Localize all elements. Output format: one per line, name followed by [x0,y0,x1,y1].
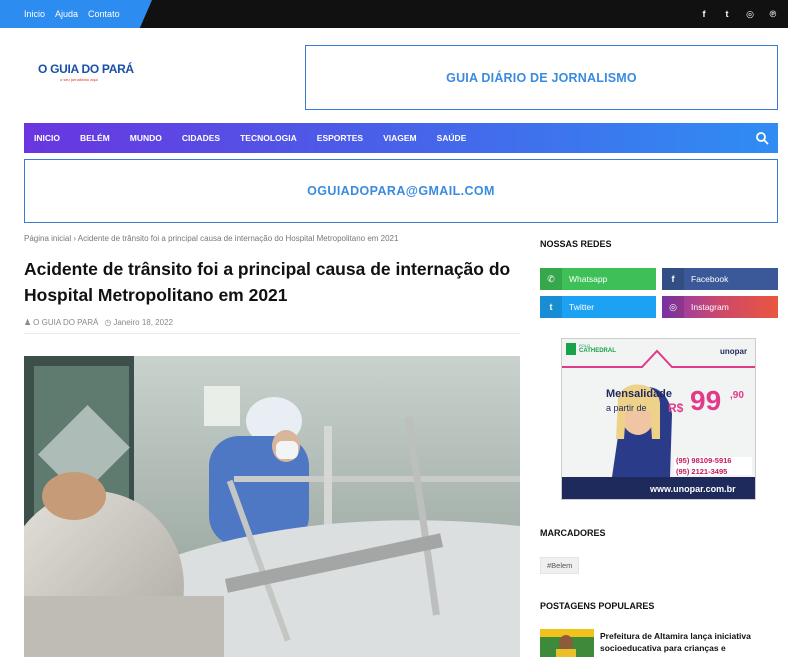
article-date: Janeiro 18, 2022 [113,318,173,327]
twitter-label: Twitter [569,302,595,312]
top-links: Inicio Ajuda Contato [24,0,120,28]
top-link-inicio[interactable]: Inicio [24,9,45,19]
article-author[interactable]: O GUIA DO PARÁ [33,318,98,327]
top-link-contato[interactable]: Contato [88,9,120,19]
twitter-icon: t [540,296,562,318]
main-nav: INICIO BELÉM MUNDO CIDADES TECNOLOGIA ES… [24,123,778,153]
clock-icon: ◷ [104,318,112,327]
facebook-label: Facebook [691,274,729,284]
facebook-button[interactable]: f Facebook [662,268,778,290]
facebook-icon: f [662,268,684,290]
instagram-button[interactable]: ◎ Instagram [662,296,778,318]
twitter-icon[interactable]: t [722,9,732,19]
site-logo[interactable]: O GUIA DO PARÁ o seu jornalismo aqui [38,62,134,82]
email-banner[interactable]: OGUIADOPARA@GMAIL.COM [24,159,778,223]
ad-partner: CATHEDRAL [579,348,616,354]
nav-item-tecnologia[interactable]: TECNOLOGIA [240,133,297,143]
top-link-ajuda[interactable]: Ajuda [55,9,78,19]
popular-post-title[interactable]: Prefeitura de Altamira lança iniciativa … [600,630,778,654]
nav-item-belem[interactable]: BELÉM [80,133,110,143]
search-icon[interactable] [755,131,769,145]
article-meta: ♟ O GUIA DO PARÁ ◷ Janeiro 18, 2022 [24,318,173,327]
twitter-button[interactable]: t Twitter [540,296,656,318]
instagram-label: Instagram [691,302,729,312]
instagram-icon: ◎ [662,296,684,318]
ad-price: 99 [690,385,722,416]
popular-heading: POSTAGENS POPULARES [540,601,655,611]
nav-item-esportes[interactable]: ESPORTES [317,133,363,143]
author-icon: ♟ [24,318,32,327]
tags-heading: MARCADORES [540,528,606,538]
header-banner-text: GUIA DIÁRIO DE JORNALISMO [446,70,637,85]
ad-phone-1: (95) 98109-5916 [676,456,732,465]
email-banner-text: OGUIADOPARA@GMAIL.COM [307,184,495,198]
whatsapp-label: Whatsapp [569,274,608,284]
facebook-icon[interactable]: f [699,9,709,19]
header-banner[interactable]: GUIA DIÁRIO DE JORNALISMO [305,45,778,110]
networks-heading: NOSSAS REDES [540,239,612,249]
whatsapp-icon: ✆ [540,268,562,290]
nav-item-cidades[interactable]: CIDADES [182,133,220,143]
ad-phone-2: (95) 2121-3495 [676,467,728,476]
instagram-icon[interactable]: ◎ [745,9,755,20]
ad-currency: R$ [668,401,684,415]
nav-item-saude[interactable]: SAÚDE [437,133,467,143]
ad-url: www.unopar.com.br [650,484,736,494]
ad-price-cents: ,90 [730,390,744,401]
nav-item-viagem[interactable]: VIAGEM [383,133,417,143]
breadcrumb[interactable]: Página inicial › Acidente de trânsito fo… [24,234,398,243]
nav-item-mundo[interactable]: MUNDO [130,133,162,143]
article-title: Acidente de trânsito foi a principal cau… [24,259,511,305]
whatsapp-button[interactable]: ✆ Whatsapp [540,268,656,290]
logo-text: O GUIA DO PARÁ [38,62,134,76]
unopar-ad[interactable]: POLO CATHEDRAL unopar Mensalidade a part… [561,338,756,500]
ad-headline: Mensalidade [606,388,673,400]
tag-belem[interactable]: #Belem [540,557,580,574]
ad-brand: unopar [720,347,748,356]
meta-divider [24,333,520,334]
nav-item-inicio[interactable]: INICIO [34,133,60,143]
popular-post-thumbnail[interactable] [540,629,594,657]
ad-subline: a partir de [606,403,647,413]
top-social-icons: f t ◎ ℗ [699,0,778,28]
logo-tagline: o seu jornalismo aqui [60,77,98,82]
pinterest-icon[interactable]: ℗ [768,9,778,19]
article-image [24,356,520,657]
top-bar: Inicio Ajuda Contato f t ◎ ℗ [0,0,788,28]
